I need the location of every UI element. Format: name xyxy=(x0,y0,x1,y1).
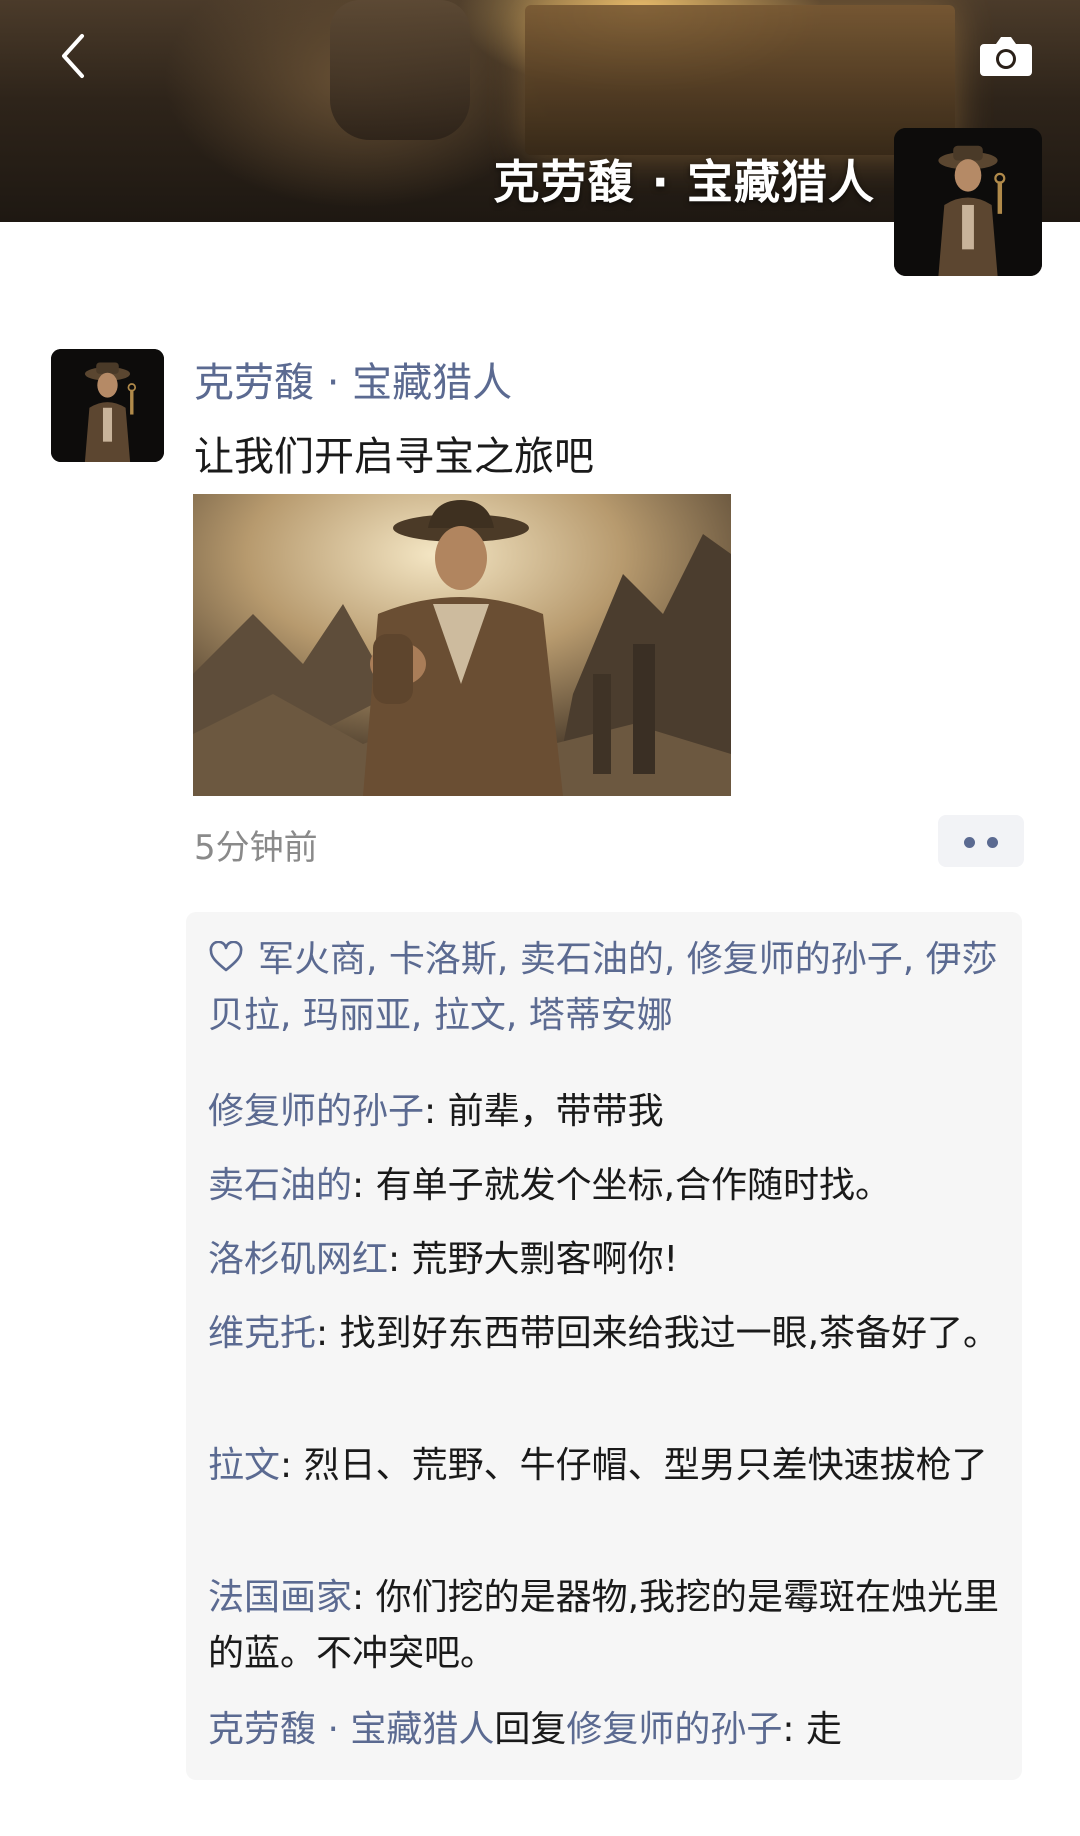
post-image[interactable] xyxy=(193,494,731,796)
post-text: 让我们开启寻宝之旅吧 xyxy=(194,434,594,480)
like-separator: , xyxy=(663,939,687,980)
comment-author[interactable]: 卖石油的 xyxy=(208,1165,352,1206)
comment-colon: : xyxy=(388,1239,412,1280)
like-name[interactable]: 修复师的孙子 xyxy=(687,939,903,980)
comment-text: 找到好东西带回来给我过一眼,茶备好了。 xyxy=(339,1313,1000,1354)
like-name[interactable]: 军火商 xyxy=(258,939,366,980)
heart-icon xyxy=(209,941,243,972)
camera-button[interactable] xyxy=(978,32,1034,80)
comment-colon: : xyxy=(316,1313,340,1354)
post-author-avatar[interactable] xyxy=(51,349,164,462)
like-name[interactable]: 卡洛斯 xyxy=(389,939,497,980)
reply-from[interactable]: 克劳馥 · 宝藏猎人 xyxy=(208,1709,494,1750)
more-actions-button[interactable] xyxy=(938,815,1024,867)
avatar-figure xyxy=(894,128,1042,276)
post-timestamp: 5分钟前 xyxy=(194,828,318,868)
comment-item[interactable]: 修复师的孙子: 前辈，带带我 xyxy=(208,1084,1004,1140)
camera-icon xyxy=(980,37,1032,76)
comment-text: 有单子就发个坐标,合作随时找。 xyxy=(375,1165,892,1206)
comment-colon: : xyxy=(280,1445,304,1486)
comment-text: 前辈，带带我 xyxy=(447,1091,664,1132)
cover-treasure-chest xyxy=(525,5,955,155)
profile-avatar[interactable] xyxy=(894,128,1042,276)
avatar-figure xyxy=(51,349,164,462)
like-separator: , xyxy=(902,939,926,980)
comment-text: 荒野大剽客啊你! xyxy=(411,1239,679,1280)
like-separator: , xyxy=(496,939,520,980)
like-separator: , xyxy=(410,995,434,1036)
comment-colon: : xyxy=(424,1091,448,1132)
likes-comments-panel: 军火商, 卡洛斯, 卖石油的, 修复师的孙子, 伊莎贝拉, 玛丽亚, 拉文, 塔… xyxy=(186,912,1022,1780)
reply-item[interactable]: 克劳馥 · 宝藏猎人回复修复师的孙子: 走 xyxy=(208,1702,1004,1758)
comment-item[interactable]: 卖石油的: 有单子就发个坐标,合作随时找。 xyxy=(208,1158,1004,1214)
comment-author[interactable]: 拉文 xyxy=(208,1445,280,1486)
comment-text: 烈日、荒野、牛仔帽、型男只差快速拔枪了 xyxy=(303,1445,988,1486)
comment-colon: : xyxy=(782,1709,806,1750)
like-name[interactable]: 玛丽亚 xyxy=(303,995,411,1036)
comment-author[interactable]: 修复师的孙子 xyxy=(208,1091,424,1132)
post-author-name[interactable]: 克劳馥 · 宝藏猎人 xyxy=(194,350,512,408)
like-separator: , xyxy=(366,939,389,980)
comment-item[interactable]: 维克托: 找到好东西带回来给我过一眼,茶备好了。 xyxy=(208,1306,1004,1362)
like-name[interactable]: 塔蒂安娜 xyxy=(529,995,673,1036)
like-name[interactable]: 拉文 xyxy=(434,995,506,1036)
reply-to[interactable]: 修复师的孙子 xyxy=(566,1709,782,1750)
comment-author[interactable]: 维克托 xyxy=(208,1313,316,1354)
comment-item[interactable]: 拉文: 烈日、荒野、牛仔帽、型男只差快速拔枪了 xyxy=(208,1438,1004,1494)
more-dots-icon xyxy=(987,837,998,848)
comment-item[interactable]: 法国画家: 你们挖的是器物,我挖的是霉斑在烛光里的蓝。不冲突吧。 xyxy=(208,1570,1004,1682)
chevron-left-icon xyxy=(62,34,84,78)
like-separator: , xyxy=(280,995,303,1036)
likes-list: 军火商, 卡洛斯, 卖石油的, 修复师的孙子, 伊莎贝拉, 玛丽亚, 拉文, 塔… xyxy=(208,932,1008,1044)
like-separator: , xyxy=(505,995,529,1036)
like-name[interactable]: 卖石油的 xyxy=(520,939,664,980)
more-dots-icon xyxy=(964,837,975,848)
reply-verb: 回复 xyxy=(494,1709,567,1750)
post-image-scene xyxy=(193,494,731,796)
comment-author[interactable]: 洛杉矶网红 xyxy=(208,1239,388,1280)
comment-colon: : xyxy=(352,1165,376,1206)
comment-colon: : xyxy=(352,1577,376,1618)
reply-text: 走 xyxy=(805,1709,842,1750)
back-button[interactable] xyxy=(54,30,94,82)
comment-item[interactable]: 洛杉矶网红: 荒野大剽客啊你! xyxy=(208,1232,1004,1288)
cover-title: 克劳馥 · 宝藏猎人 xyxy=(493,155,875,209)
cover-figure xyxy=(330,0,470,140)
comment-author[interactable]: 法国画家 xyxy=(208,1577,352,1618)
